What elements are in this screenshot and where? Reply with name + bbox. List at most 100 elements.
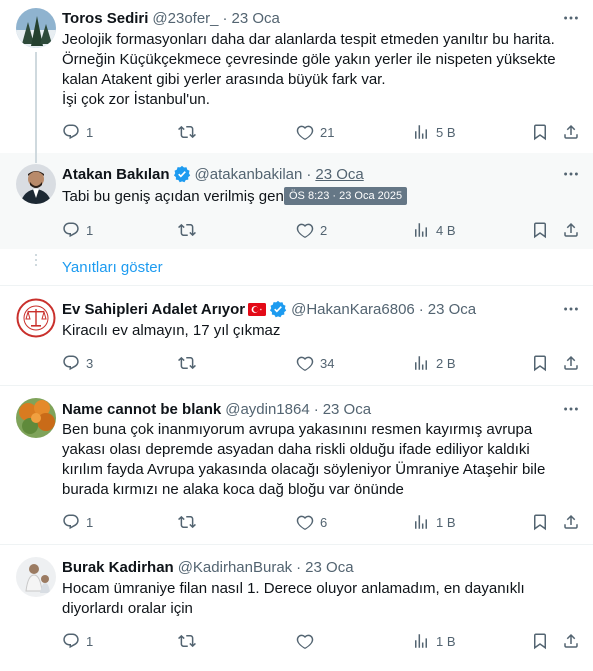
like-button[interactable]: 2 — [296, 220, 327, 240]
views-count: 2 B — [436, 355, 456, 371]
retweet-icon — [178, 354, 196, 372]
bookmark-icon — [531, 123, 549, 141]
bookmark-button[interactable] — [531, 631, 549, 651]
author-name[interactable]: Atakan Bakılan — [62, 166, 170, 183]
like-icon — [296, 513, 314, 531]
share-button[interactable] — [562, 122, 580, 142]
action-bar: 1 1 B — [0, 631, 593, 651]
retweet-button[interactable] — [178, 353, 196, 373]
replies-count: 1 — [86, 124, 94, 140]
likes-count: 34 — [320, 355, 335, 371]
bookmark-button[interactable] — [531, 512, 549, 532]
share-button[interactable] — [562, 512, 580, 532]
author-handle[interactable]: @HakanKara6806 — [291, 301, 415, 318]
author-name[interactable]: Ev Sahipleri Adalet Arıyor — [62, 301, 245, 318]
reply-icon — [62, 513, 80, 531]
avatar[interactable] — [16, 298, 56, 338]
views-icon — [412, 354, 430, 372]
share-icon — [562, 632, 580, 650]
more-icon[interactable] — [561, 399, 581, 419]
retweet-button[interactable] — [178, 512, 196, 532]
retweet-icon — [178, 513, 196, 531]
bookmark-button[interactable] — [531, 220, 549, 240]
action-bar: 1 6 1 B — [0, 512, 593, 532]
tweet-toros-sediri[interactable]: Toros Sediri @23ofer_ · 23 Oca Jeolojik … — [0, 0, 593, 153]
bookmark-icon — [531, 513, 549, 531]
verified-badge-icon — [270, 300, 287, 318]
tweet-burak-kadirhan[interactable]: Burak Kadirhan @KadirhanBurak · 23 Oca H… — [0, 545, 593, 671]
share-button[interactable] — [562, 353, 580, 373]
show-replies-link[interactable]: Yanıtları göster — [62, 259, 163, 276]
tweet-text: Kiracılı ev almayın, 17 yıl çıkmaz — [62, 322, 281, 339]
views-button[interactable]: 4 B — [412, 220, 456, 240]
action-bar: 1 21 5 B — [0, 122, 593, 142]
share-icon — [562, 354, 580, 372]
action-bar: 3 34 2 B — [0, 353, 593, 373]
reply-button[interactable]: 1 — [62, 631, 93, 651]
tweet-timestamp[interactable]: 23 Oca — [428, 301, 476, 318]
author-name[interactable]: Name cannot be blank — [62, 401, 221, 418]
tweet-text: Ben buna çok inanmıyorum avrupa yakasını… — [62, 421, 546, 498]
retweet-button[interactable] — [178, 631, 196, 651]
share-button[interactable] — [562, 220, 580, 240]
reply-button[interactable]: 1 — [62, 220, 93, 240]
author-handle[interactable]: @KadirhanBurak — [178, 559, 292, 576]
like-icon — [296, 632, 314, 650]
likes-count: 6 — [320, 514, 328, 530]
views-icon — [412, 123, 430, 141]
likes-count: 21 — [320, 124, 335, 140]
views-count: 4 B — [436, 222, 456, 238]
replies-count: 1 — [86, 633, 94, 649]
views-button[interactable]: 1 B — [412, 512, 456, 532]
like-button[interactable] — [296, 631, 320, 651]
action-bar: 1 2 4 B — [0, 220, 593, 240]
avatar[interactable] — [16, 398, 56, 438]
like-button[interactable]: 21 — [296, 122, 334, 142]
bookmark-icon — [531, 632, 549, 650]
avatar[interactable] — [16, 8, 56, 48]
tweet-timestamp[interactable]: 23 Oca — [232, 10, 280, 27]
retweet-button[interactable] — [178, 220, 196, 240]
views-count: 1 B — [436, 633, 456, 649]
more-icon[interactable] — [561, 299, 581, 319]
tweet-timestamp[interactable]: 23 Oca — [315, 166, 363, 183]
reply-icon — [62, 354, 80, 372]
share-icon — [562, 221, 580, 239]
author-handle[interactable]: @23ofer_ — [152, 10, 218, 27]
replies-count: 1 — [86, 514, 94, 530]
more-icon[interactable] — [561, 8, 581, 28]
views-count: 1 B — [436, 514, 456, 530]
views-button[interactable]: 2 B — [412, 353, 456, 373]
thread-dots — [35, 254, 37, 269]
tweet-timestamp[interactable]: 23 Oca — [323, 401, 371, 418]
like-button[interactable]: 34 — [296, 353, 334, 373]
author-name[interactable]: Burak Kadirhan — [62, 559, 174, 576]
reply-icon — [62, 221, 80, 239]
views-icon — [412, 221, 430, 239]
like-button[interactable]: 6 — [296, 512, 327, 532]
author-handle[interactable]: @aydin1864 — [225, 401, 309, 418]
tweet-ev-sahipleri[interactable]: Ev Sahipleri Adalet Arıyor @HakanKara680… — [0, 286, 593, 386]
retweet-icon — [178, 123, 196, 141]
reply-button[interactable]: 1 — [62, 122, 93, 142]
reply-button[interactable]: 1 — [62, 512, 93, 532]
views-icon — [412, 513, 430, 531]
more-icon[interactable] — [561, 164, 581, 184]
views-button[interactable]: 5 B — [412, 122, 456, 142]
author-handle[interactable]: @atakanbakilan — [195, 166, 303, 183]
avatar[interactable] — [16, 164, 56, 204]
tweet-name-cannot-be-blank[interactable]: Name cannot be blank @aydin1864 · 23 Oca… — [0, 386, 593, 544]
bookmark-button[interactable] — [531, 353, 549, 373]
reply-button[interactable]: 3 — [62, 353, 93, 373]
views-button[interactable]: 1 B — [412, 631, 456, 651]
author-name[interactable]: Toros Sediri — [62, 10, 148, 27]
tweet-timestamp[interactable]: 23 Oca — [305, 559, 353, 576]
avatar[interactable] — [16, 557, 56, 597]
share-button[interactable] — [562, 631, 580, 651]
like-icon — [296, 221, 314, 239]
retweet-button[interactable] — [178, 122, 196, 142]
bookmark-button[interactable] — [531, 122, 549, 142]
bookmark-icon — [531, 221, 549, 239]
verified-badge-icon — [173, 165, 190, 183]
reply-icon — [62, 632, 80, 650]
